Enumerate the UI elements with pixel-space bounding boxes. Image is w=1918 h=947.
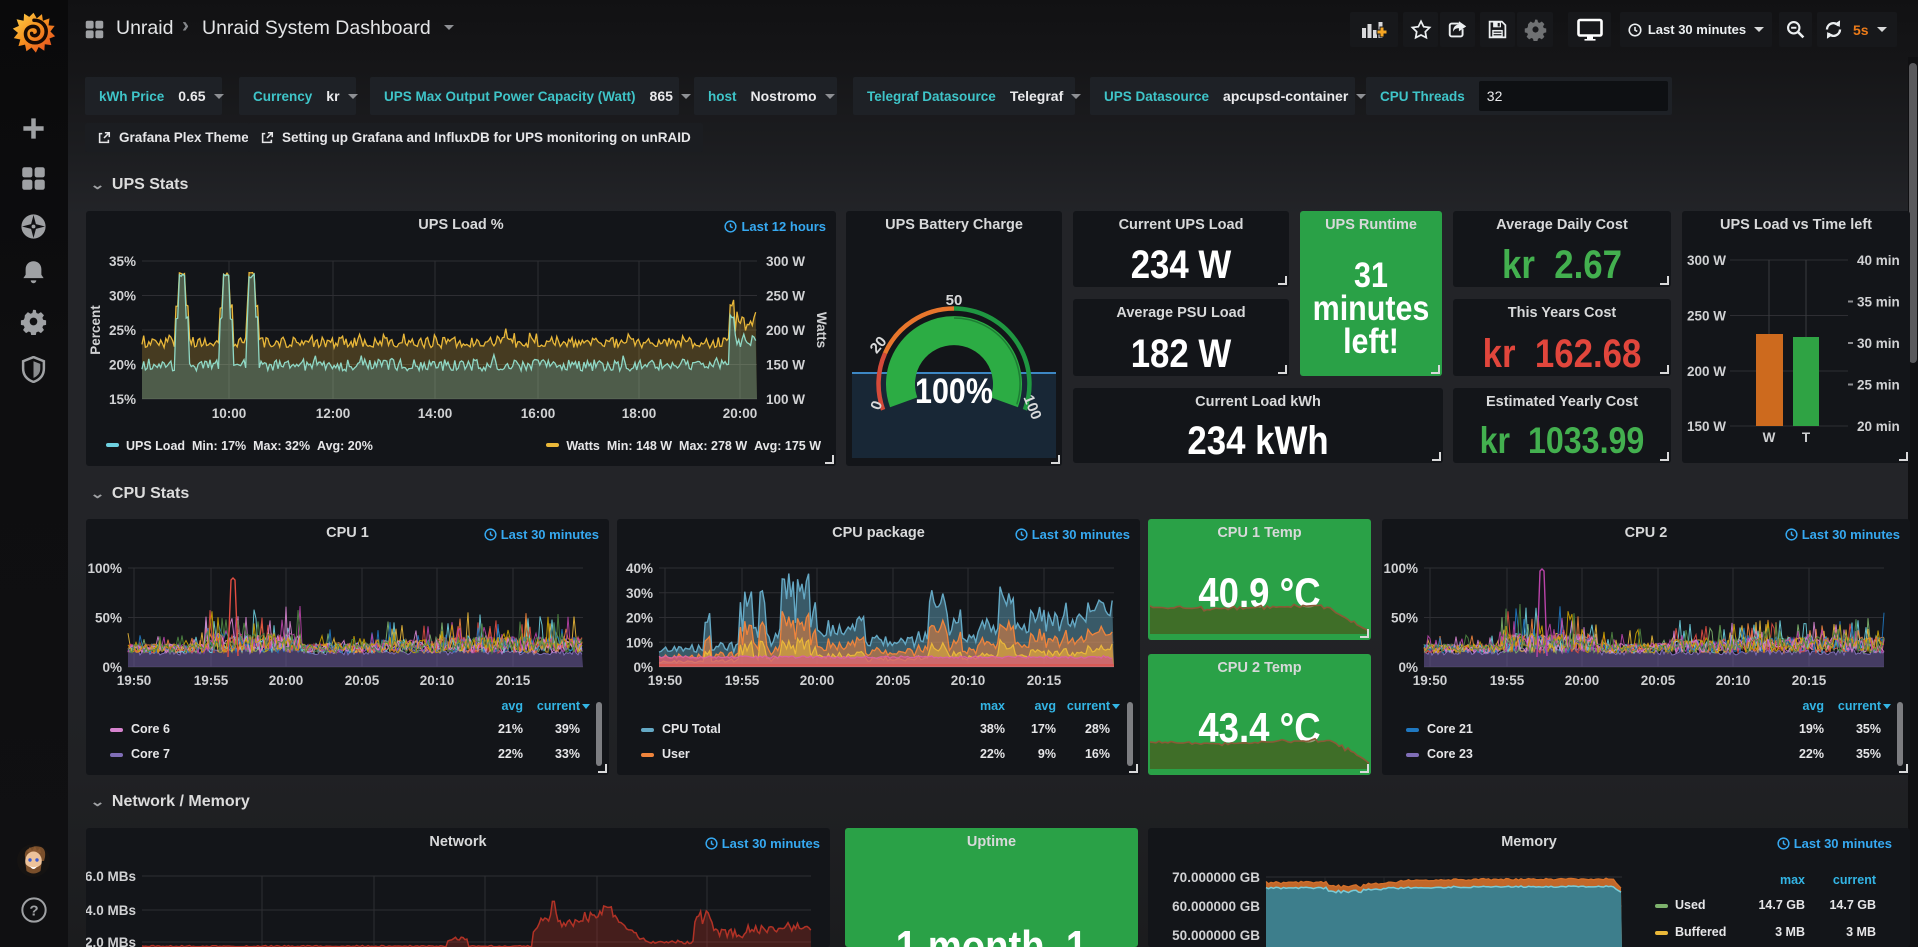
svg-text:User: User <box>662 747 690 761</box>
svg-text:3 MB: 3 MB <box>1846 925 1876 939</box>
svg-text:Used: Used <box>1675 898 1706 912</box>
svg-text:35 min: 35 min <box>1857 295 1900 310</box>
svg-text:20:10: 20:10 <box>951 673 986 688</box>
svg-text:19%: 19% <box>1799 722 1824 736</box>
svg-text:100 W: 100 W <box>766 392 805 407</box>
svg-text:3 MB: 3 MB <box>1775 925 1805 939</box>
svg-text:25 min: 25 min <box>1857 378 1900 393</box>
svg-text:20 min: 20 min <box>1857 419 1900 434</box>
svg-text:150 W: 150 W <box>766 358 805 373</box>
svg-text:50%: 50% <box>1391 611 1418 626</box>
svg-text:250 W: 250 W <box>766 289 805 304</box>
svg-text:50%: 50% <box>95 611 122 626</box>
svg-text:19:55: 19:55 <box>725 673 760 688</box>
svg-text:avg: avg <box>501 699 523 713</box>
svg-text:16%: 16% <box>1085 747 1110 761</box>
svg-text:CPU Total: CPU Total <box>662 722 721 736</box>
svg-text:T: T <box>1802 430 1811 445</box>
svg-text:max: max <box>1780 873 1805 887</box>
svg-text:20:15: 20:15 <box>1792 673 1827 688</box>
svg-text:20:00: 20:00 <box>1565 673 1600 688</box>
svg-text:17%: 17% <box>1031 722 1056 736</box>
svg-text:20:05: 20:05 <box>876 673 911 688</box>
svg-text:35%: 35% <box>1856 747 1881 761</box>
svg-text:Percent: Percent <box>88 305 103 355</box>
svg-text:20:00: 20:00 <box>723 406 758 421</box>
svg-text:W: W <box>1763 430 1776 445</box>
svg-text:20:00: 20:00 <box>800 673 835 688</box>
svg-text:max: max <box>980 699 1005 713</box>
svg-text:33%: 33% <box>555 747 580 761</box>
svg-text:20%: 20% <box>109 358 136 373</box>
svg-text:15%: 15% <box>109 392 136 407</box>
svg-text:28%: 28% <box>1085 722 1110 736</box>
svg-text:19:55: 19:55 <box>194 673 229 688</box>
svg-text:Core 21: Core 21 <box>1427 722 1473 736</box>
svg-text:18:00: 18:00 <box>622 406 657 421</box>
svg-text:19:55: 19:55 <box>1490 673 1525 688</box>
svg-text:14.7 GB: 14.7 GB <box>1758 898 1805 912</box>
svg-text:100%: 100% <box>87 561 122 576</box>
svg-text:Watts: Watts <box>814 312 829 348</box>
svg-text:40 min: 40 min <box>1857 253 1900 268</box>
svg-text:20:05: 20:05 <box>345 673 380 688</box>
svg-text:10:00: 10:00 <box>212 406 247 421</box>
svg-text:current: current <box>1838 699 1882 713</box>
svg-text:150 W: 150 W <box>1687 419 1726 434</box>
svg-text:20:10: 20:10 <box>1716 673 1751 688</box>
svg-text:current: current <box>537 699 581 713</box>
svg-text:60.000000 GB: 60.000000 GB <box>1172 899 1260 914</box>
svg-text:38%: 38% <box>980 722 1005 736</box>
svg-text:14.7 GB: 14.7 GB <box>1829 898 1876 912</box>
svg-text:22%: 22% <box>498 747 523 761</box>
svg-text:Core 7: Core 7 <box>131 747 170 761</box>
svg-text:22%: 22% <box>1799 747 1824 761</box>
svg-text:300 W: 300 W <box>1687 253 1726 268</box>
svg-text:20:05: 20:05 <box>1641 673 1676 688</box>
svg-text:21%: 21% <box>498 722 523 736</box>
svg-text:current: current <box>1833 873 1877 887</box>
svg-text:25%: 25% <box>109 323 136 338</box>
svg-text:19:50: 19:50 <box>1413 673 1448 688</box>
svg-text:9%: 9% <box>1038 747 1056 761</box>
svg-text:100%: 100% <box>1383 561 1418 576</box>
svg-text:19:50: 19:50 <box>648 673 683 688</box>
svg-text:Core 6: Core 6 <box>131 722 170 736</box>
svg-text:avg: avg <box>1802 699 1824 713</box>
svg-text:35%: 35% <box>1856 722 1881 736</box>
svg-text:20%: 20% <box>626 611 653 626</box>
svg-text:200 W: 200 W <box>1687 364 1726 379</box>
svg-text:12:00: 12:00 <box>316 406 351 421</box>
svg-text:30 min: 30 min <box>1857 336 1900 351</box>
svg-text:30%: 30% <box>626 586 653 601</box>
svg-text:20:15: 20:15 <box>1027 673 1062 688</box>
svg-text:6.0 MBs: 6.0 MBs <box>86 869 136 884</box>
svg-text:22%: 22% <box>980 747 1005 761</box>
svg-text:19:50: 19:50 <box>117 673 152 688</box>
svg-text:50.000000 GB: 50.000000 GB <box>1172 928 1260 943</box>
svg-text:avg: avg <box>1034 699 1056 713</box>
svg-text:200 W: 200 W <box>766 323 805 338</box>
svg-text:20:10: 20:10 <box>420 673 455 688</box>
svg-text:Core 23: Core 23 <box>1427 747 1473 761</box>
svg-text:40%: 40% <box>626 561 653 576</box>
svg-text:35%: 35% <box>109 254 136 269</box>
svg-text:current: current <box>1067 699 1111 713</box>
svg-text:16:00: 16:00 <box>521 406 556 421</box>
svg-text:20:00: 20:00 <box>269 673 304 688</box>
svg-text:4.0 MBs: 4.0 MBs <box>86 903 136 918</box>
svg-text:10%: 10% <box>626 635 653 650</box>
svg-text:250 W: 250 W <box>1687 309 1726 324</box>
svg-text:300 W: 300 W <box>766 254 805 269</box>
svg-text:70.000000 GB: 70.000000 GB <box>1172 870 1260 885</box>
svg-text:?: ? <box>29 902 38 919</box>
svg-text:Buffered: Buffered <box>1675 925 1726 939</box>
svg-text:14:00: 14:00 <box>418 406 453 421</box>
svg-text:30%: 30% <box>109 289 136 304</box>
svg-text:20:15: 20:15 <box>496 673 531 688</box>
svg-text:39%: 39% <box>555 722 580 736</box>
svg-text:50: 50 <box>946 292 963 309</box>
svg-text:2.0 MBs: 2.0 MBs <box>86 935 136 947</box>
